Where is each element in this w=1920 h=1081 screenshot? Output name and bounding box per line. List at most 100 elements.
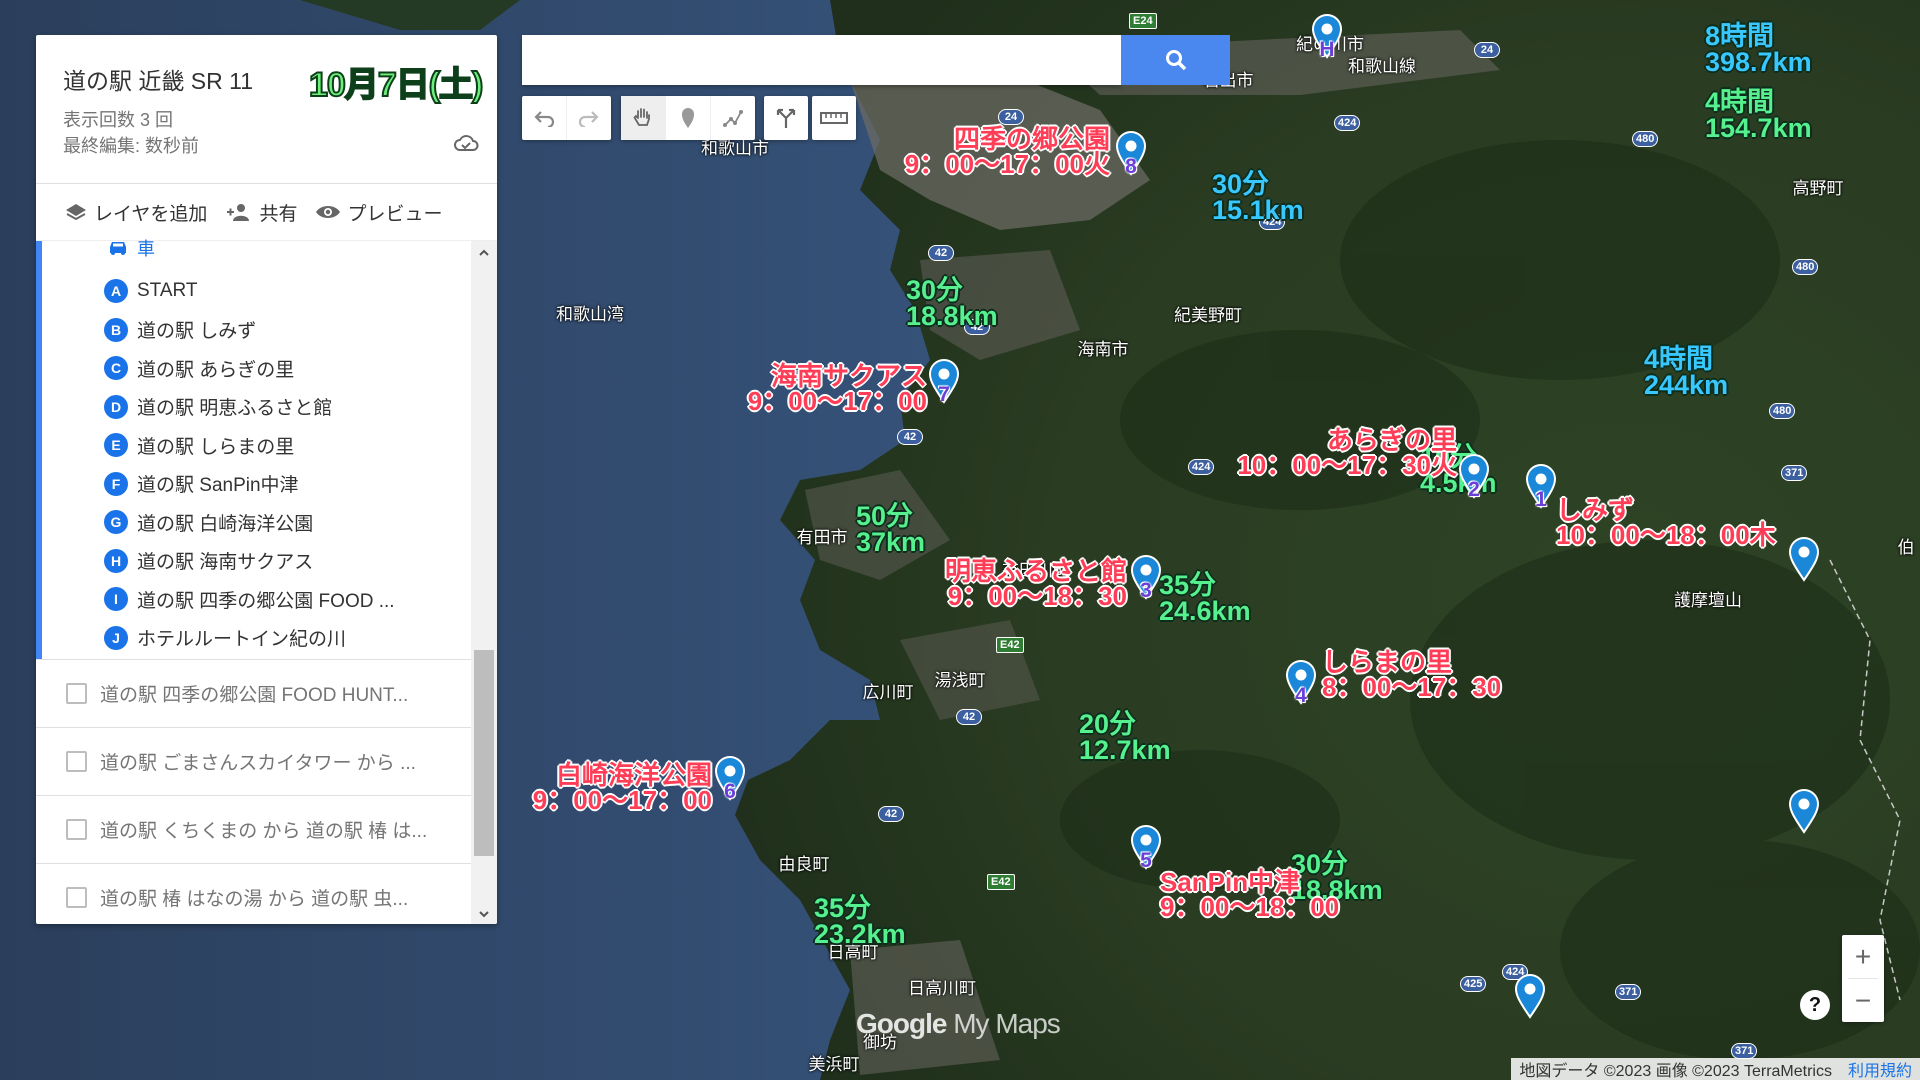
- terms-link[interactable]: 利用規約: [1848, 1057, 1912, 1081]
- route-stop-g[interactable]: G 道の駅 白崎海洋公園: [104, 507, 313, 537]
- layer-visibility-checkbox[interactable]: [66, 683, 87, 704]
- layer-name: 道の駅 椿 はなの湯 から 道の駅 虫...: [100, 889, 409, 910]
- panel-header: 道の駅 近畿 SR 11 10月7日(土) 表示回数 3 回 最終編集: 数秒前: [36, 35, 497, 184]
- pin-number: 3: [1140, 579, 1152, 602]
- pin-number: 7: [938, 383, 950, 406]
- route-stop-b[interactable]: B 道の駅 しみず: [104, 315, 256, 345]
- stop-letter-badge: J: [104, 625, 128, 650]
- stop-name: START: [137, 280, 198, 301]
- stop-letter-badge: I: [104, 587, 128, 611]
- undo-icon: [534, 111, 555, 127]
- preview-button[interactable]: プレビュー: [315, 199, 442, 226]
- ruler-icon: [820, 112, 848, 124]
- stop-name: 道の駅 海南サクアス: [137, 552, 314, 573]
- zoom-in-button[interactable]: +: [1842, 935, 1884, 978]
- measure-tools: [812, 96, 856, 140]
- pin-number: 1: [1535, 488, 1547, 511]
- redo-button[interactable]: [567, 96, 611, 140]
- route-stop-j[interactable]: J ホテルルートイン紀の川: [104, 623, 346, 653]
- add-layer-button[interactable]: レイヤを追加: [64, 199, 207, 226]
- last-edited: 最終編集: 数秒前: [63, 136, 200, 156]
- scroll-thumb[interactable]: [474, 650, 494, 856]
- route-stop-c[interactable]: C 道の駅 あらぎの里: [104, 353, 294, 383]
- layers-icon: [66, 204, 86, 221]
- stop-letter-badge: F: [104, 471, 128, 496]
- scroll-up-icon[interactable]: [478, 247, 490, 259]
- scroll-down-icon[interactable]: [478, 908, 490, 920]
- stop-letter-badge: D: [104, 394, 128, 419]
- polyline-icon: [723, 110, 743, 127]
- location-pin[interactable]: [1787, 788, 1821, 834]
- panel-actions: レイヤを追加 共有 プレビュー: [36, 184, 497, 241]
- directions-tools: [764, 96, 808, 140]
- stop-name: 道の駅 四季の郷公園 FOOD ...: [137, 590, 395, 612]
- station-pin[interactable]: 1: [1524, 463, 1558, 511]
- add-directions-button[interactable]: [764, 96, 808, 140]
- station-pin[interactable]: 4: [1284, 659, 1318, 707]
- start-pin[interactable]: H: [1310, 13, 1344, 61]
- station-pin[interactable]: 7: [927, 358, 961, 406]
- help-button[interactable]: ?: [1800, 990, 1830, 1020]
- undo-button[interactable]: [522, 96, 567, 140]
- station-pin[interactable]: 8: [1114, 130, 1148, 178]
- map-title[interactable]: 道の駅 近畿 SR 11: [63, 62, 253, 96]
- stop-name: 道の駅 明恵ふるさと館: [137, 398, 333, 419]
- location-pin[interactable]: [1513, 973, 1547, 1019]
- station-pin[interactable]: 3: [1129, 554, 1163, 602]
- map-footer: 地図データ ©2023 画像 ©2023 TerraMetrics 利用規約: [1511, 1058, 1920, 1080]
- route-stop-h[interactable]: H 道の駅 海南サクアス: [104, 546, 313, 576]
- redo-icon: [578, 111, 599, 127]
- stop-letter-badge: G: [104, 510, 128, 534]
- stop-letter-badge: C: [104, 356, 128, 380]
- add-marker-button[interactable]: [666, 96, 711, 140]
- car-icon: [110, 242, 126, 255]
- draw-line-button[interactable]: [711, 96, 755, 140]
- pan-tool-button[interactable]: [621, 96, 666, 140]
- marker-icon: [682, 108, 694, 128]
- pin-number: 5: [1140, 849, 1152, 872]
- station-pin[interactable]: 5: [1129, 824, 1163, 872]
- station-pin[interactable]: 6: [713, 755, 747, 803]
- layer-visibility-checkbox[interactable]: [66, 819, 87, 840]
- preview-label: プレビュー: [347, 203, 443, 225]
- add-person-icon: [227, 204, 250, 221]
- map-attribution: 地図データ ©2023 画像 ©2023 TerraMetrics: [1519, 1063, 1832, 1080]
- stop-letter-badge: E: [104, 433, 128, 457]
- search-button[interactable]: [1121, 35, 1230, 85]
- search-icon: [1165, 50, 1186, 71]
- route-layer: 車 A START B 道の駅 しみず C 道の駅 あらぎの里 D 道の駅 明恵ふるさと館 E 道…: [36, 239, 477, 659]
- layer-row[interactable]: 道の駅 椿 はなの湯 から 道の駅 虫...: [36, 863, 471, 924]
- station-pin[interactable]: 2: [1457, 453, 1491, 501]
- date-badge: 10月7日(土): [308, 65, 484, 105]
- stop-letter-badge: A: [104, 279, 128, 303]
- route-stop-d[interactable]: D 道の駅 明恵ふるさと館: [104, 392, 332, 422]
- layer-visibility-checkbox[interactable]: [66, 887, 87, 908]
- zoom-control: + −: [1842, 935, 1884, 1022]
- stop-name: 道の駅 しらまの里: [137, 436, 295, 458]
- google-my-maps-watermark: Google My Maps: [856, 1008, 1061, 1040]
- share-button[interactable]: 共有: [225, 199, 297, 226]
- share-label: 共有: [259, 203, 298, 225]
- search-input[interactable]: [522, 35, 1121, 85]
- layer-name: 道の駅 くちくまの から 道の駅 椿 は...: [100, 821, 428, 842]
- location-pin[interactable]: [1787, 536, 1821, 582]
- layer-list[interactable]: 車 A START B 道の駅 しみず C 道の駅 あらぎの里 D 道の駅 明恵ふるさと館 E 道…: [36, 239, 497, 924]
- layer-row[interactable]: 道の駅 ごまさんスカイタワー から ...: [36, 727, 471, 795]
- layer-name: 道の駅 ごまさんスカイタワー から ...: [100, 753, 416, 774]
- measure-button[interactable]: [812, 96, 856, 140]
- stop-letter-badge: H: [104, 548, 128, 573]
- layer-name: 道の駅 四季の郷公園 FOOD HUNT...: [100, 685, 409, 706]
- zoom-out-button[interactable]: −: [1842, 979, 1884, 1022]
- route-stop-i[interactable]: I 道の駅 四季の郷公園 FOOD ...: [104, 584, 395, 614]
- watermark-brand: Google: [856, 1008, 947, 1039]
- route-stop-e[interactable]: E 道の駅 しらまの里: [104, 430, 294, 460]
- route-stop-f[interactable]: F 道の駅 SanPin中津: [104, 469, 299, 499]
- view-count: 表示回数 3 回: [63, 110, 174, 130]
- route-stop-a[interactable]: A START: [104, 276, 198, 306]
- layer-row[interactable]: 道の駅 四季の郷公園 FOOD HUNT...: [36, 659, 471, 727]
- cloud-saved-icon: [454, 135, 479, 151]
- route-layer-name[interactable]: 車: [107, 235, 155, 261]
- layer-visibility-checkbox[interactable]: [66, 751, 87, 772]
- panel-scrollbar[interactable]: [471, 241, 497, 924]
- layer-row[interactable]: 道の駅 くちくまの から 道の駅 椿 は...: [36, 795, 471, 863]
